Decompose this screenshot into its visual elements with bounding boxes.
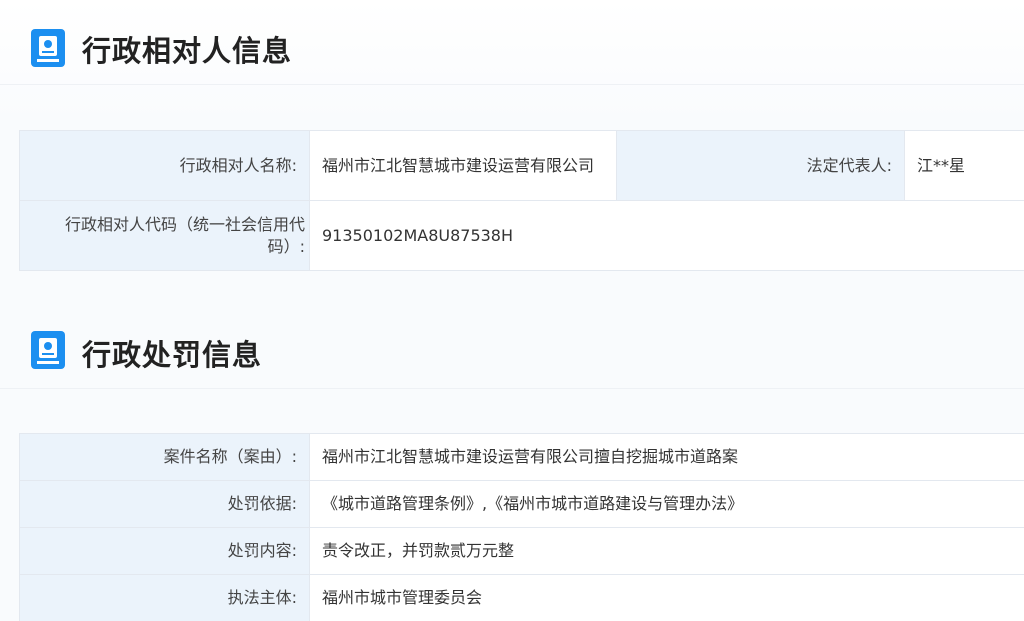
section-header-party-info: 行政相对人信息 [0, 0, 1024, 85]
table-row: 案件名称（案由）: 福州市江北智慧城市建设运营有限公司擅自挖掘城市道路案 [19, 433, 1024, 481]
case-name-value: 福州市江北智慧城市建设运营有限公司擅自挖掘城市道路案 [309, 433, 1024, 481]
enforcement-authority-value: 福州市城市管理委员会 [309, 574, 1024, 621]
table-row: 处罚内容: 责令改正，并罚款贰万元整 [19, 527, 1024, 575]
case-name-label: 案件名称（案由）: [19, 433, 310, 481]
penalty-basis-label: 处罚依据: [19, 480, 310, 528]
party-name-label: 行政相对人名称: [19, 130, 310, 201]
page: 行政相对人信息 行政相对人名称: 福州市江北智慧城市建设运营有限公司 法定代表人… [0, 0, 1024, 621]
penalty-basis-value: 《城市道路管理条例》,《福州市城市道路建设与管理办法》 [309, 480, 1024, 528]
section-title: 行政处罚信息 [82, 338, 263, 372]
party-info-table: 行政相对人名称: 福州市江北智慧城市建设运营有限公司 法定代表人: 江**星 行… [19, 130, 1024, 271]
party-code-label: 行政相对人代码（统一社会信用代码）: [19, 200, 310, 271]
table-row: 执法主体: 福州市城市管理委员会 [19, 574, 1024, 621]
legal-rep-value: 江**星 [904, 130, 1024, 201]
table-row: 行政相对人名称: 福州市江北智慧城市建设运营有限公司 法定代表人: 江**星 [19, 130, 1024, 201]
enforcement-authority-label: 执法主体: [19, 574, 310, 621]
penalty-content-value: 责令改正，并罚款贰万元整 [309, 527, 1024, 575]
badge-icon [31, 331, 65, 369]
legal-rep-label: 法定代表人: [616, 130, 905, 201]
section-title: 行政相对人信息 [82, 34, 293, 68]
badge-icon [31, 29, 65, 67]
party-code-value: 91350102MA8U87538H [309, 200, 1024, 271]
table-row: 处罚依据: 《城市道路管理条例》,《福州市城市道路建设与管理办法》 [19, 480, 1024, 528]
table-row: 行政相对人代码（统一社会信用代码）: 91350102MA8U87538H [19, 200, 1024, 271]
section-header-penalty-info: 行政处罚信息 [0, 304, 1024, 389]
penalty-info-table: 案件名称（案由）: 福州市江北智慧城市建设运营有限公司擅自挖掘城市道路案 处罚依… [19, 433, 1024, 621]
penalty-content-label: 处罚内容: [19, 527, 310, 575]
party-name-value: 福州市江北智慧城市建设运营有限公司 [309, 130, 617, 201]
